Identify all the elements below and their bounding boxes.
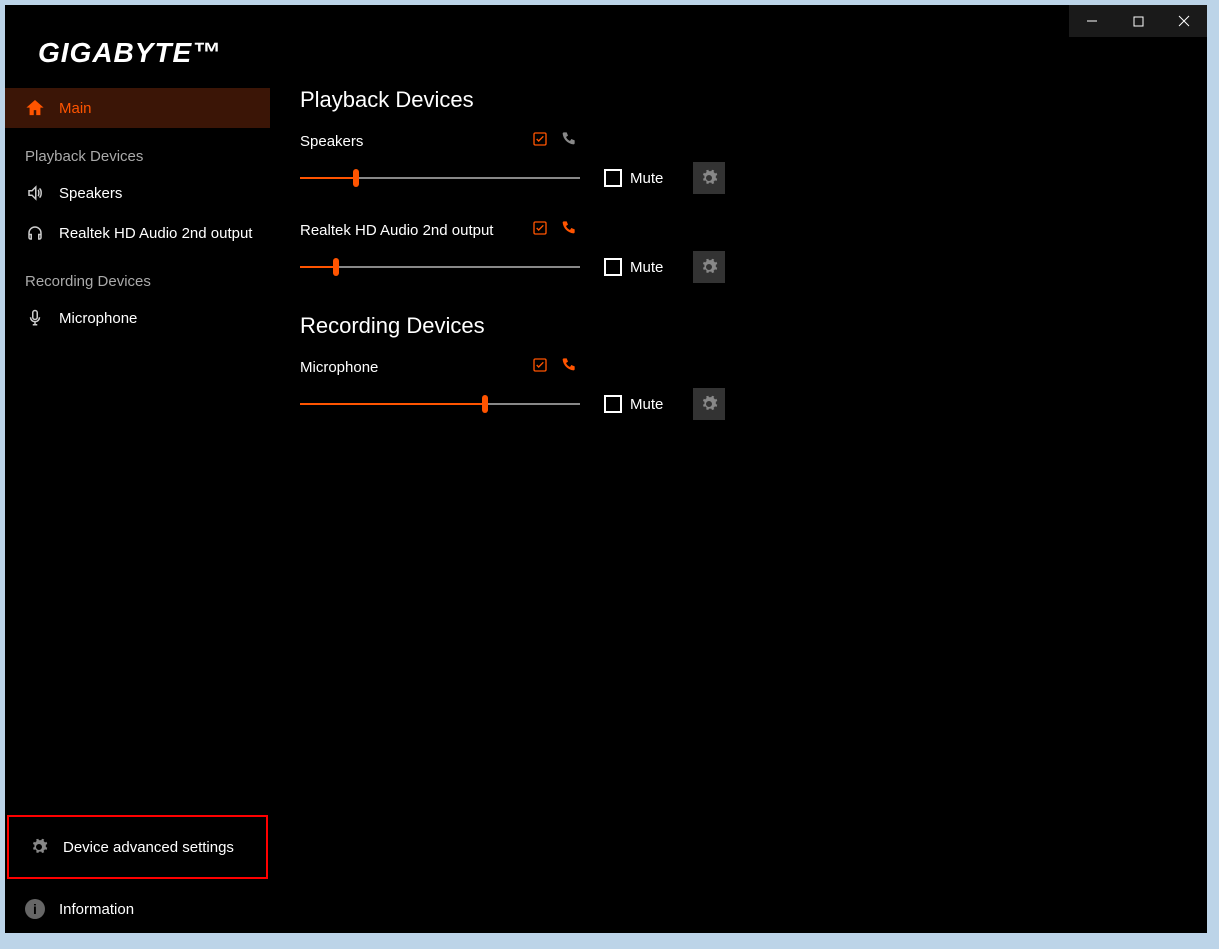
default-check-icon[interactable] [532, 357, 548, 378]
sidebar-microphone-label: Microphone [59, 310, 137, 327]
speakers-mute-label: Mute [630, 170, 663, 187]
microphone-volume-slider[interactable] [300, 395, 580, 413]
microphone-mute-label: Mute [630, 396, 663, 413]
device-speakers-name: Speakers [300, 133, 520, 150]
sidebar-section-recording: Recording Devices [5, 253, 270, 298]
device-realtek: Realtek HD Audio 2nd output [300, 220, 1177, 283]
microphone-mute-checkbox[interactable]: Mute [604, 395, 663, 413]
realtek-mute-checkbox[interactable]: Mute [604, 258, 663, 276]
default-check-icon[interactable] [532, 220, 548, 241]
info-icon: i [25, 899, 45, 919]
nav-advanced-label: Device advanced settings [63, 839, 234, 856]
minimize-button[interactable] [1069, 5, 1115, 37]
gear-icon [29, 837, 49, 857]
sidebar: Main Playback Devices Speakers Realtek H… [5, 43, 270, 933]
sidebar-item-speakers[interactable]: Speakers [5, 173, 270, 213]
realtek-volume-slider[interactable] [300, 258, 580, 276]
speakers-mute-checkbox[interactable]: Mute [604, 169, 663, 187]
device-speakers: Speakers Mute [300, 131, 1177, 194]
sidebar-section-playback: Playback Devices [5, 128, 270, 173]
microphone-icon [25, 308, 45, 328]
device-microphone-name: Microphone [300, 359, 520, 376]
default-check-icon[interactable] [532, 131, 548, 152]
speakers-settings-button[interactable] [693, 162, 725, 194]
realtek-settings-button[interactable] [693, 251, 725, 283]
body: Main Playback Devices Speakers Realtek H… [5, 43, 1207, 933]
brand-logo: GIGABYTE™ [38, 37, 221, 69]
jack-icon [560, 357, 576, 378]
device-realtek-name: Realtek HD Audio 2nd output [300, 222, 520, 239]
headphones-icon [25, 223, 45, 243]
sidebar-item-microphone[interactable]: Microphone [5, 298, 270, 338]
sidebar-realtek-label: Realtek HD Audio 2nd output [59, 225, 252, 242]
jack-icon [560, 131, 576, 152]
app-window: GIGABYTE™ Main Playback Devices Speakers [5, 5, 1207, 933]
sidebar-item-realtek[interactable]: Realtek HD Audio 2nd output [5, 213, 270, 253]
content: Playback Devices Speakers [270, 43, 1207, 933]
highlighted-advanced-settings: Device advanced settings [7, 815, 268, 879]
playback-section-title: Playback Devices [300, 87, 1177, 113]
nav-main-label: Main [59, 100, 92, 117]
maximize-button[interactable] [1115, 5, 1161, 37]
nav-main[interactable]: Main [5, 88, 270, 128]
realtek-mute-label: Mute [630, 259, 663, 276]
nav-advanced-settings[interactable]: Device advanced settings [9, 837, 266, 857]
speaker-icon [25, 183, 45, 203]
home-icon [25, 98, 45, 118]
device-microphone: Microphone Mute [300, 357, 1177, 420]
close-button[interactable] [1161, 5, 1207, 37]
speakers-volume-slider[interactable] [300, 169, 580, 187]
window-controls [1069, 5, 1207, 37]
jack-icon [560, 220, 576, 241]
nav-information[interactable]: i Information [5, 885, 270, 933]
nav-information-label: Information [59, 901, 134, 918]
recording-section-title: Recording Devices [300, 313, 1177, 339]
microphone-settings-button[interactable] [693, 388, 725, 420]
sidebar-speakers-label: Speakers [59, 185, 122, 202]
